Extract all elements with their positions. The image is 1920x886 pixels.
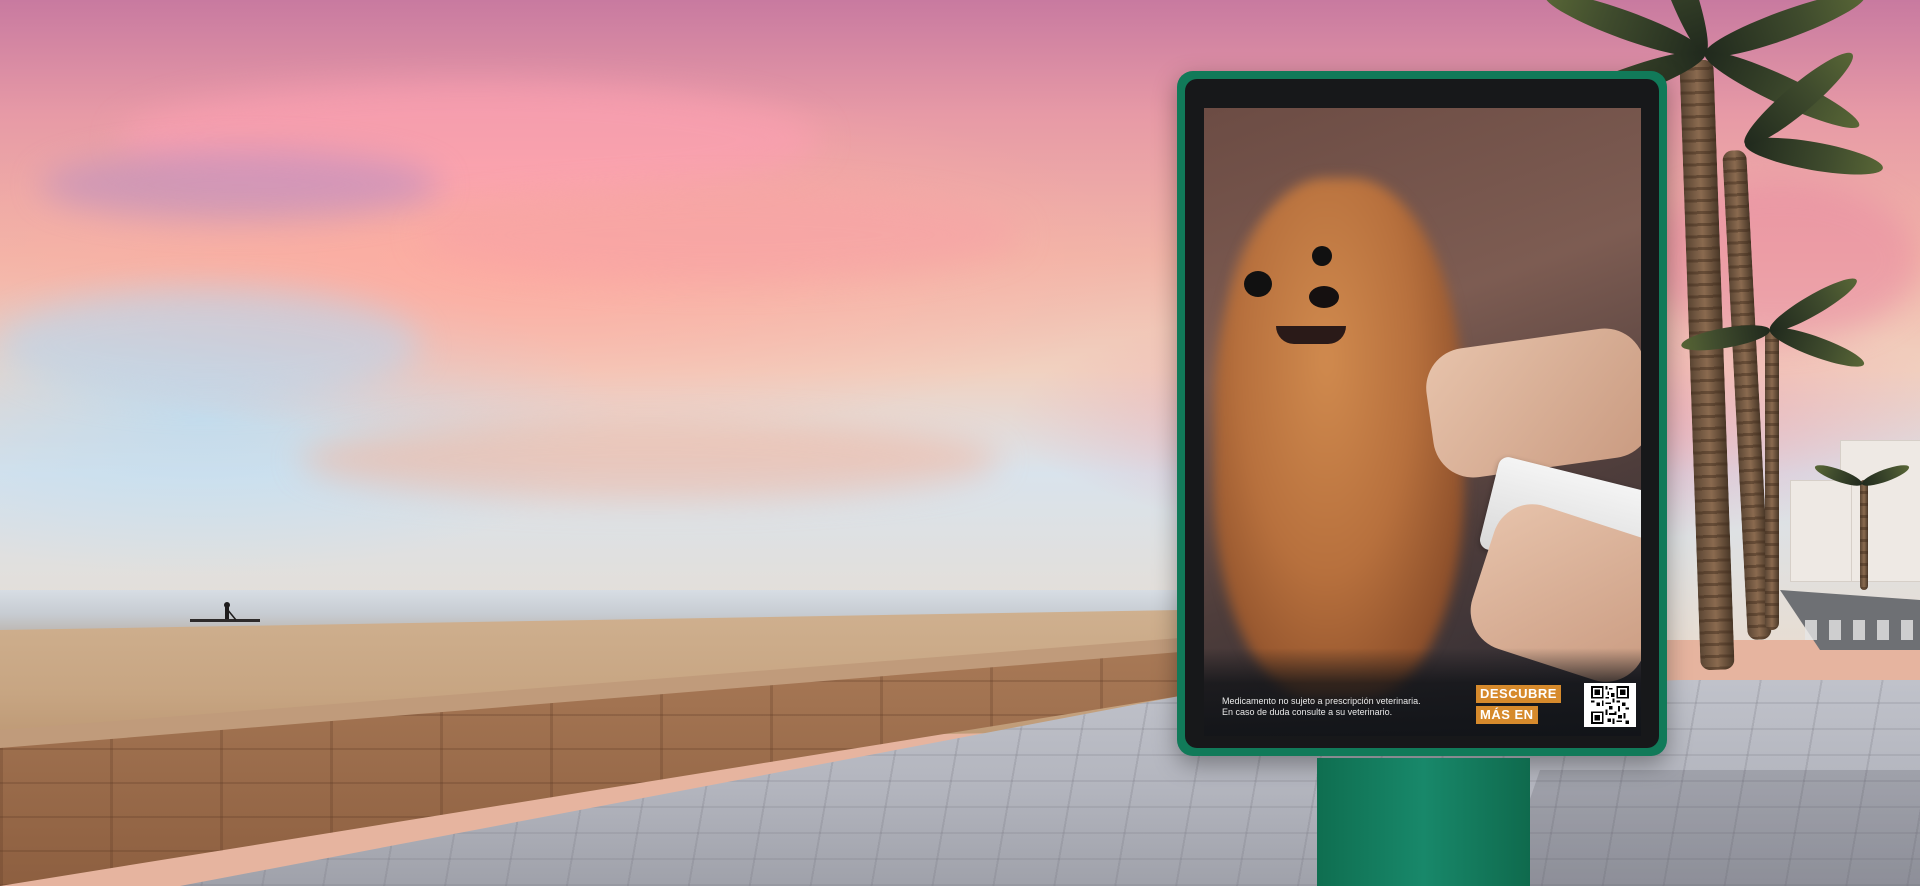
dog-nose	[1309, 286, 1339, 308]
apartment-building	[1840, 440, 1920, 582]
palm-trunk	[1765, 330, 1779, 630]
billboard-post	[1317, 758, 1530, 886]
palm-trunk	[1860, 480, 1868, 590]
pink-cloud	[420, 190, 1020, 280]
poster-footer-gradient	[1204, 648, 1641, 736]
pomeranian-dog	[1214, 178, 1464, 698]
paddleboarder	[190, 602, 260, 622]
cta-line-2: MÁS EN	[1476, 706, 1538, 724]
apartment-building	[1790, 480, 1852, 582]
dog-mouth	[1276, 326, 1346, 344]
purple-cloud	[40, 150, 440, 220]
disclaimer-line-1: Medicamento no sujeto a prescripción vet…	[1222, 696, 1421, 706]
billboard-frame: Medicamento no sujeto a prescripción vet…	[1177, 71, 1667, 756]
qr-code-icon	[1584, 683, 1636, 727]
billboard-screen-bezel: Medicamento no sujeto a prescripción vet…	[1185, 79, 1659, 748]
advertisement-poster: Medicamento no sujeto a prescripción vet…	[1204, 108, 1641, 736]
disclaimer-line-2: En caso de duda consulte a su veterinari…	[1222, 707, 1393, 717]
orange-cloud	[300, 420, 1000, 500]
blue-cloud	[0, 290, 420, 400]
dog-eye	[1312, 246, 1332, 266]
beach-promenade-scene: Medicamento no sujeto a prescripción vet…	[0, 0, 1920, 886]
tree-shadow	[1500, 770, 1920, 886]
dog-eye	[1244, 271, 1272, 297]
disclaimer-text: Medicamento no sujeto a prescripción vet…	[1222, 696, 1462, 718]
crosswalk	[1805, 620, 1920, 640]
cta-line-1: DESCUBRE	[1476, 685, 1561, 703]
